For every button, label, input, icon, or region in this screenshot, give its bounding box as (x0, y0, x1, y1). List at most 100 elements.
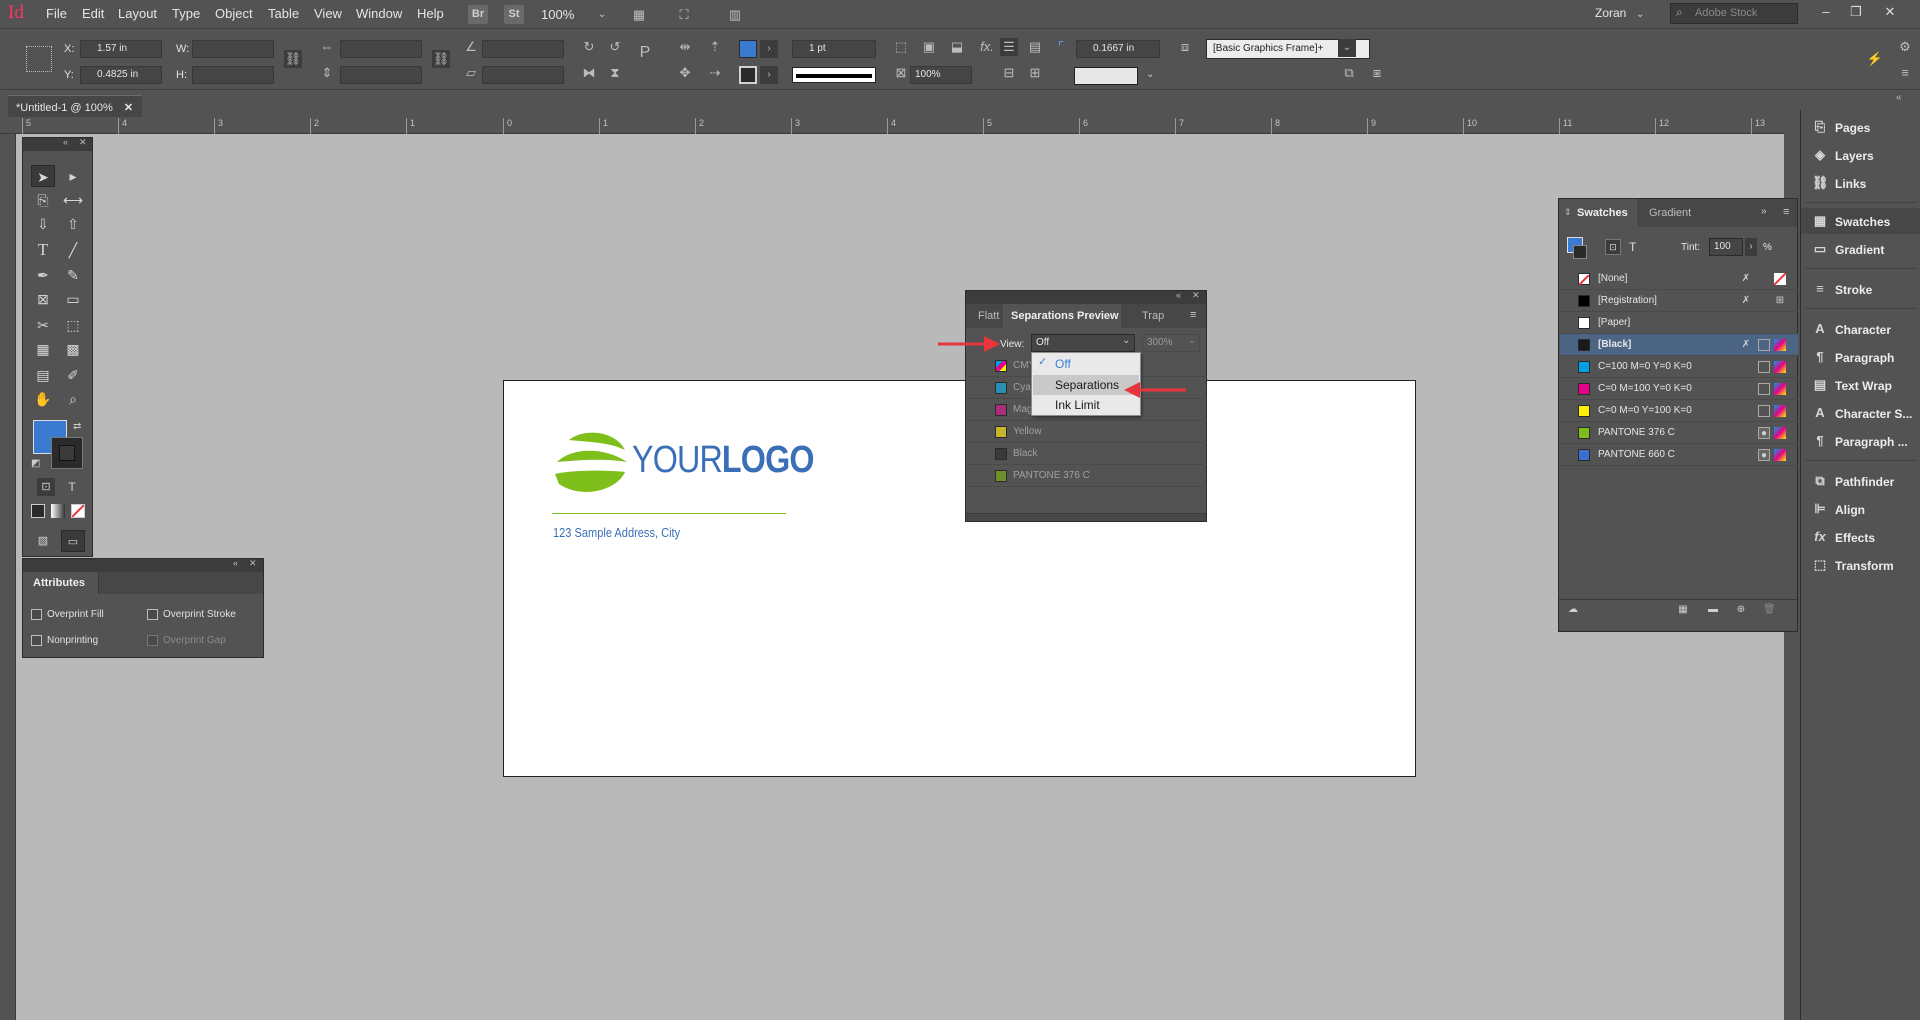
panel-resize-bar[interactable] (966, 513, 1206, 521)
tools-panel-header[interactable]: « ✕ (23, 137, 92, 151)
swatch-row[interactable]: PANTONE 660 C ● (1560, 444, 1798, 466)
swatch-row-selected[interactable]: [Black] ✗ (1560, 334, 1798, 356)
tab-expand-icon[interactable]: ⇕ (1564, 207, 1572, 218)
nonprinting-checkbox[interactable] (31, 635, 42, 646)
attributes-panel-header[interactable]: « ✕ (23, 558, 263, 572)
separation-row[interactable]: Yellow (967, 421, 1207, 443)
gradient-swatch-tool-icon[interactable]: ▦ (31, 338, 55, 360)
scale-y-field[interactable] (340, 66, 422, 84)
swatch-row[interactable]: PANTONE 376 C ● (1560, 422, 1798, 444)
w-field[interactable] (192, 40, 274, 58)
fill-chevron-icon[interactable]: › (760, 40, 778, 58)
stock-button[interactable]: St (504, 5, 524, 24)
new-swatch-icon[interactable]: ⊕ (1735, 604, 1747, 616)
close-icon[interactable]: ✕ (1192, 290, 1200, 301)
free-transform-tool-icon[interactable]: ⬚ (61, 314, 85, 336)
dock-item-pages[interactable]: ⎘ Pages (1801, 114, 1920, 140)
arrange-documents-icon[interactable]: ▥ (726, 6, 744, 24)
text-wrap-box-icon[interactable]: ▤ (1026, 38, 1044, 56)
apply-gradient-icon[interactable] (51, 504, 65, 518)
collapse-icon[interactable]: « (233, 558, 238, 568)
stock-search-input[interactable]: Adobe Stock (1670, 3, 1798, 24)
swatch-row[interactable]: [Registration] ✗ ⊞ (1560, 290, 1798, 312)
dock-item-gradient[interactable]: ▭ Gradient (1801, 236, 1920, 262)
menu-layout[interactable]: Layout (118, 6, 157, 21)
rectangle-tool-icon[interactable]: ▭ (61, 288, 85, 310)
y-field[interactable]: 0.4825 in (80, 66, 162, 84)
corner-chevron-icon[interactable]: ⌄ (1146, 69, 1154, 80)
text-wrap-none-icon[interactable]: ☰ (1000, 38, 1018, 56)
select-next-icon[interactable]: ⇢ (706, 64, 724, 82)
corner-size-field[interactable]: 0.1667 in (1076, 40, 1160, 58)
reference-point-icon[interactable] (26, 46, 52, 72)
rotate-angle-field[interactable] (482, 40, 564, 58)
rectangle-frame-tool-icon[interactable]: ⊠ (31, 288, 55, 310)
menu-help[interactable]: Help (417, 6, 444, 21)
scale-y-icon[interactable]: ⇕ (318, 64, 336, 82)
swatch-row[interactable]: C=100 M=0 Y=0 K=0 (1560, 356, 1798, 378)
formatting-text-icon[interactable]: T (1629, 240, 1636, 254)
constrain-scale-icon[interactable]: ⛓ (432, 50, 450, 68)
rotate-cw-icon[interactable]: ↻ (580, 38, 598, 56)
select-container-icon[interactable]: ⇡ (706, 38, 724, 56)
menu-type[interactable]: Type (172, 6, 200, 21)
menu-object[interactable]: Object (215, 6, 253, 21)
constrain-proportions-icon[interactable]: ⛓ (284, 50, 302, 68)
dock-item-character[interactable]: A Character (1801, 316, 1920, 342)
flip-horizontal-icon[interactable]: ⇹ (676, 38, 694, 56)
logo-leaf-icon[interactable] (553, 426, 629, 502)
tab-gradient[interactable]: Gradient (1649, 207, 1691, 219)
view-chevron-icon[interactable]: ⌄ (1122, 335, 1130, 346)
collapse-panels-icon[interactable]: « (1896, 92, 1902, 103)
align-stroke-icon[interactable]: ⊟ (1000, 64, 1018, 82)
dock-item-links[interactable]: ⛓ Links (1801, 170, 1920, 196)
restore-icon[interactable]: ❐ (1846, 4, 1866, 22)
document-page[interactable]: YOURLOGO 123 Sample Address, City (503, 380, 1416, 777)
show-swatch-kinds-icon[interactable]: ▦ (1677, 604, 1689, 616)
panel-menu-icon[interactable]: ≡ (1783, 206, 1789, 218)
scale-x-icon[interactable]: ⇔ (318, 38, 336, 56)
shear-angle-icon[interactable]: ▱ (462, 64, 480, 82)
note-tool-icon[interactable]: ▤ (31, 364, 55, 386)
dock-item-effects[interactable]: fx Effects (1801, 524, 1920, 550)
dock-item-swatches[interactable]: ▦ Swatches (1801, 208, 1920, 234)
fitting-icon[interactable]: ⬚ (892, 38, 910, 56)
content-placer-icon[interactable]: ⇧ (61, 213, 85, 235)
eyedropper-tool-icon[interactable]: ✐ (61, 364, 85, 386)
dropdown-option-off[interactable]: Off (1033, 354, 1139, 374)
scale-field[interactable]: 100% (910, 66, 972, 84)
attributes-tab[interactable]: Attributes (23, 572, 99, 594)
control-menu-icon[interactable]: ≡ (1896, 64, 1914, 82)
content-fitting-icon[interactable]: ⬓ (948, 38, 966, 56)
panel-collapse-icon[interactable]: » (1761, 206, 1767, 217)
tab-trap[interactable]: Trap (1142, 310, 1164, 322)
corner-options-icon[interactable]: ⌜ (1052, 38, 1070, 56)
align-stroke-center-icon[interactable]: ⊞ (1026, 64, 1044, 82)
h-field[interactable] (192, 66, 274, 84)
tab-separations-preview[interactable]: Separations Preview (1003, 304, 1121, 328)
shear-angle-field[interactable] (482, 66, 564, 84)
swatch-row[interactable]: C=0 M=100 Y=0 K=0 (1560, 378, 1798, 400)
view-options-icon[interactable]: ▦ (630, 6, 648, 24)
scissors-tool-icon[interactable]: ✂ (31, 314, 55, 336)
default-colors-icon[interactable]: ◩ (31, 458, 40, 469)
line-tool-icon[interactable]: ╱ (61, 239, 85, 261)
menu-view[interactable]: View (314, 6, 342, 21)
separations-panel-header[interactable]: « ✕ (966, 290, 1206, 304)
gap-tool-icon[interactable]: ⟷ (61, 189, 85, 211)
zoom-level[interactable]: 100% (541, 7, 574, 22)
stroke-weight-field[interactable]: 1 pt (792, 40, 876, 58)
swatch-row[interactable]: [None] ✗ (1560, 268, 1798, 290)
collapse-icon[interactable]: « (1176, 290, 1181, 300)
formatting-container-icon[interactable]: ⊡ (1605, 239, 1621, 255)
horizontal-ruler[interactable]: 5 4 3 2 1 0 1 2 3 4 5 6 7 8 9 10 11 12 1… (0, 118, 1785, 134)
pencil-tool-icon[interactable]: ✎ (61, 264, 85, 286)
overprint-stroke-checkbox[interactable] (147, 609, 158, 620)
stroke-type-select[interactable] (792, 67, 876, 83)
content-collector-icon[interactable]: ⇩ (31, 213, 55, 235)
view-select[interactable]: Off (1031, 334, 1135, 352)
direct-selection-tool-icon[interactable]: ▸ (61, 165, 85, 187)
cc-libraries-icon[interactable]: ☁ (1567, 604, 1579, 616)
dock-item-paragraph-styles[interactable]: ¶ Paragraph ... (1801, 428, 1920, 454)
frame-fitting-icon[interactable]: ▣ (920, 38, 938, 56)
